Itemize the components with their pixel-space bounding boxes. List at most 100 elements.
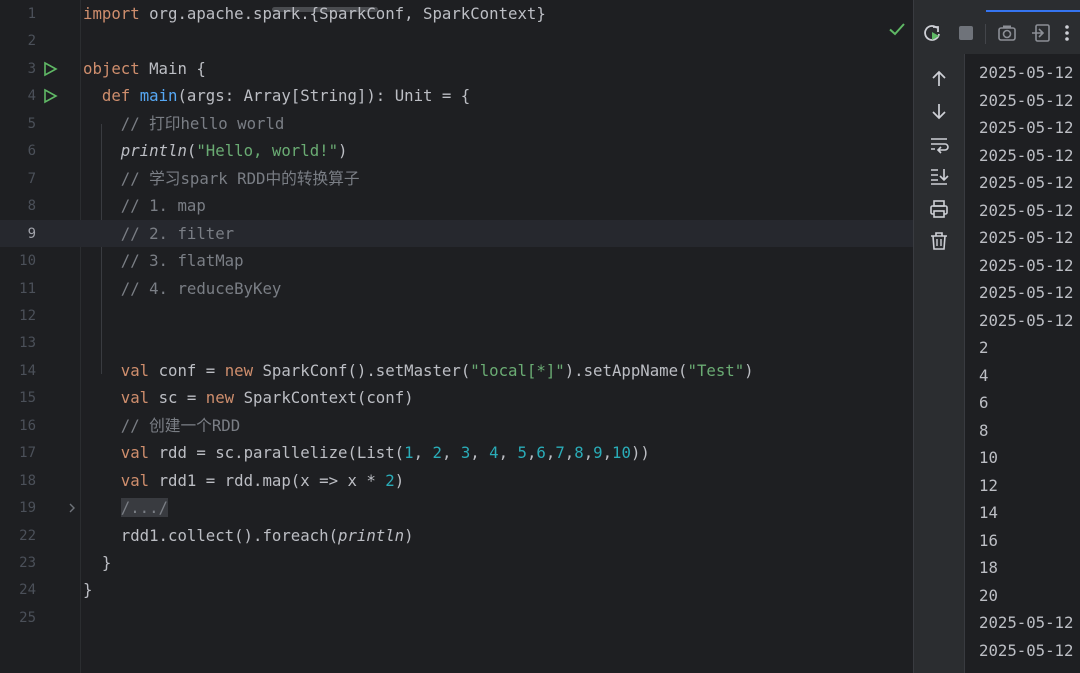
line-number: 23 bbox=[19, 555, 36, 571]
run-gutter-icon[interactable] bbox=[42, 61, 58, 77]
code-line[interactable]: 4 def main(args: Array[String]): Unit = … bbox=[0, 82, 913, 110]
code-token: 1 bbox=[404, 443, 414, 463]
code-text[interactable]: /.../ bbox=[83, 498, 169, 518]
code-editor[interactable]: 1 import org.apache.spark.{SparkConf, Spa… bbox=[0, 0, 913, 673]
console-line: 2025-05-12 bbox=[979, 255, 1074, 275]
code-text[interactable]: object Main { bbox=[83, 59, 206, 79]
code-text[interactable]: // 4. reduceByKey bbox=[83, 278, 282, 299]
code-line[interactable]: 3 object Main { bbox=[0, 55, 913, 83]
console-line: 2025-05-12 bbox=[979, 283, 1074, 302]
console-line: 2025-05-12 bbox=[979, 63, 1074, 82]
code-text[interactable]: def main(args: Array[String]): Unit = { bbox=[83, 86, 470, 106]
code-text[interactable]: val rdd1 = rdd.map(x => x * 2) bbox=[83, 471, 404, 491]
code-text[interactable]: val sc = new SparkContext(conf) bbox=[83, 388, 414, 408]
console-output[interactable]: 2025-05-12 2025-05-12 2025-05-12 2025-05-12… bbox=[965, 54, 1080, 673]
code-line[interactable]: 2 bbox=[0, 27, 913, 55]
code-text[interactable]: // 1. map bbox=[83, 196, 206, 216]
code-token: // 创建一个RDD bbox=[120, 415, 241, 435]
code-text[interactable]: val rdd = sc.parallelize(List(1, 2, 3, 4… bbox=[83, 443, 650, 463]
folded-region[interactable]: /.../ bbox=[120, 498, 169, 518]
code-line[interactable]: 5 // 打印hello world bbox=[0, 110, 913, 138]
code-token: 9 bbox=[593, 443, 603, 463]
code-text[interactable]: println("Hello, world!") bbox=[83, 141, 348, 161]
code-token: "local[*]" bbox=[470, 360, 565, 380]
code-line[interactable]: 13 bbox=[0, 329, 913, 357]
code-line[interactable]: 8 // 1. map bbox=[0, 192, 913, 220]
code-line[interactable]: 6 println("Hello, world!") bbox=[0, 137, 913, 165]
more-icon[interactable] bbox=[1058, 22, 1076, 44]
code-text[interactable]: } bbox=[83, 553, 111, 573]
stop-icon[interactable] bbox=[955, 22, 977, 44]
code-text[interactable]: // 创建一个RDD bbox=[83, 416, 240, 436]
code-line[interactable]: 12 bbox=[0, 302, 913, 330]
code-token: , bbox=[441, 443, 461, 463]
code-line[interactable]: 7 // 学习spark RDD中的转换算子 bbox=[0, 165, 913, 193]
code-token: , bbox=[526, 443, 537, 463]
code-line[interactable]: 9 // 2. filter bbox=[0, 219, 913, 248]
code-line[interactable]: 22 rdd1.collect().foreach(println) bbox=[0, 522, 913, 550]
code-token: )) bbox=[630, 443, 650, 463]
code-line[interactable]: 1 import org.apache.spark.{SparkConf, Spa… bbox=[0, 0, 913, 28]
screenshot-icon[interactable] bbox=[996, 22, 1018, 44]
rerun-icon[interactable] bbox=[921, 22, 943, 44]
code-token: , bbox=[413, 443, 433, 463]
code-line[interactable]: 25 bbox=[0, 604, 913, 632]
code-text[interactable]: } bbox=[83, 580, 92, 600]
code-text[interactable]: val conf = new SparkConf().setMaster("lo… bbox=[83, 361, 754, 381]
code-text[interactable]: rdd1.collect().foreach(println) bbox=[83, 526, 414, 546]
fold-chevron-icon[interactable] bbox=[64, 500, 80, 516]
code-token: // 4. reduceByKey bbox=[120, 278, 282, 298]
code-token: // 打印hello world bbox=[120, 113, 285, 133]
code-line[interactable]: 14 val conf = new SparkConf().setMaster(… bbox=[0, 357, 913, 385]
code-line[interactable]: 24} bbox=[0, 576, 913, 604]
code-token: 7 bbox=[555, 443, 565, 463]
line-number: 14 bbox=[19, 362, 36, 379]
up-arrow-icon[interactable] bbox=[928, 68, 950, 90]
line-number: 2 bbox=[27, 33, 36, 50]
code-line[interactable]: 18 val rdd1 = rdd.map(x => x * 2) bbox=[0, 467, 913, 495]
code-text[interactable]: // 学习spark RDD中的转换算子 bbox=[83, 169, 360, 189]
print-icon[interactable] bbox=[928, 198, 950, 220]
code-text[interactable]: // 3. flatMap bbox=[83, 251, 244, 271]
code-token: ) bbox=[338, 141, 348, 161]
code-token: SparkConf().setMaster( bbox=[253, 360, 471, 380]
code-line[interactable]: 10 // 3. flatMap bbox=[0, 247, 913, 275]
soft-wrap-icon[interactable] bbox=[928, 133, 950, 155]
down-arrow-icon[interactable] bbox=[928, 100, 950, 122]
code-line[interactable]: 23 } bbox=[0, 549, 913, 577]
code-text[interactable]: // 打印hello world bbox=[83, 113, 285, 134]
line-number: 8 bbox=[27, 198, 36, 215]
console-line: 2025-05-12 bbox=[979, 613, 1074, 632]
scroll-to-end-icon[interactable] bbox=[928, 165, 950, 187]
code-line[interactable]: 16 // 创建一个RDD bbox=[0, 412, 913, 440]
console-line: 4 bbox=[979, 365, 989, 385]
line-number: 25 bbox=[19, 609, 36, 626]
code-line[interactable]: 15 val sc = new SparkContext(conf) bbox=[0, 384, 913, 412]
run-gutter-icon[interactable] bbox=[42, 88, 58, 104]
code-token: 4 bbox=[489, 443, 499, 463]
exit-icon[interactable] bbox=[1030, 22, 1052, 44]
trash-icon[interactable] bbox=[928, 230, 950, 252]
code-text[interactable]: // 2. filter bbox=[83, 224, 234, 244]
code-token: ).setAppName( bbox=[564, 360, 688, 380]
line-number: 12 bbox=[19, 307, 36, 324]
code-text[interactable]: import org.apache.spark.{SparkConf, Spar… bbox=[83, 4, 546, 24]
console-line: 16 bbox=[979, 530, 998, 550]
no-problems-check-icon[interactable] bbox=[888, 20, 906, 38]
code-line[interactable]: 1 7 val rdd = sc.parallelize(List(1, 2, 3… bbox=[0, 439, 913, 467]
console-line: 10 bbox=[979, 448, 998, 467]
code-line[interactable]: 19 /.../ bbox=[0, 494, 913, 522]
code-token: "Test" bbox=[687, 360, 745, 380]
console-line: 2025-05-12 bbox=[979, 310, 1074, 330]
code-token: val bbox=[120, 470, 150, 490]
code-line[interactable]: 11 // 4. reduceByKey bbox=[0, 275, 913, 303]
code-token: val bbox=[120, 388, 150, 408]
